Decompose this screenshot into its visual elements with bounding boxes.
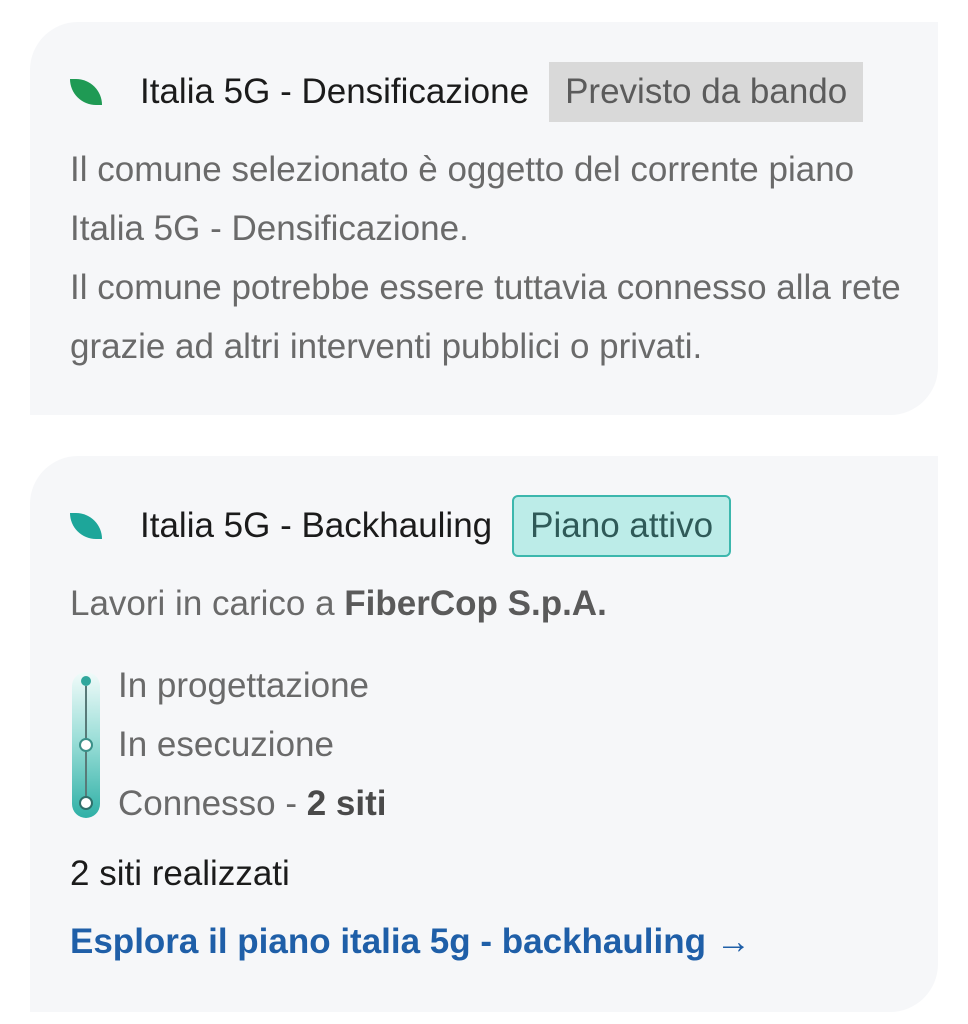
description-paragraph: Il comune potrebbe essere tuttavia conne… (70, 268, 901, 366)
card-header: Italia 5G - Backhauling Piano attivo (70, 494, 732, 558)
plan-title: Italia 5G - Densificazione (140, 72, 530, 111)
plan-card-backhauling: Italia 5G - Backhauling Piano attivo Lav… (30, 456, 938, 1012)
company-name: FiberCop S.p.A. (344, 584, 607, 623)
plan-title: Italia 5G - Backhauling (140, 506, 493, 545)
card-header: Italia 5G - Densificazione Previsto da b… (70, 62, 864, 122)
step-connesso: Connesso - 2 siti (118, 784, 386, 824)
step-esecuzione: In esecuzione (118, 725, 334, 764)
sites-realized: 2 siti realizzati (70, 854, 290, 893)
works-assignee: Lavori in carico a FiberCop S.p.A. (70, 584, 607, 624)
leaf-icon (70, 513, 102, 539)
works-prefix: Lavori in carico a (70, 584, 345, 623)
step-dot (81, 676, 91, 686)
status-badge: Piano attivo (512, 495, 732, 557)
sites-count: 2 siti (306, 784, 387, 823)
step-progettazione: In progettazione (118, 666, 370, 705)
step-dot (79, 796, 93, 810)
arrow-right-icon: → (715, 922, 751, 961)
explore-plan-link[interactable]: Esplora il piano italia 5g - backhauling… (70, 922, 751, 962)
plan-description: Il comune selezionato è oggetto del corr… (70, 140, 920, 376)
step-connesso-label: Connesso - (118, 784, 307, 823)
description-paragraph: Il comune selezionato è oggetto del corr… (70, 150, 855, 248)
leaf-icon (70, 79, 102, 105)
progress-timeline: In progettazione In esecuzione Connesso … (68, 664, 468, 824)
explore-link-label: Esplora il piano italia 5g - backhauling (70, 922, 706, 961)
plan-card-densificazione: Italia 5G - Densificazione Previsto da b… (30, 22, 938, 415)
status-badge: Previsto da bando (549, 62, 864, 122)
step-dot (79, 738, 93, 752)
